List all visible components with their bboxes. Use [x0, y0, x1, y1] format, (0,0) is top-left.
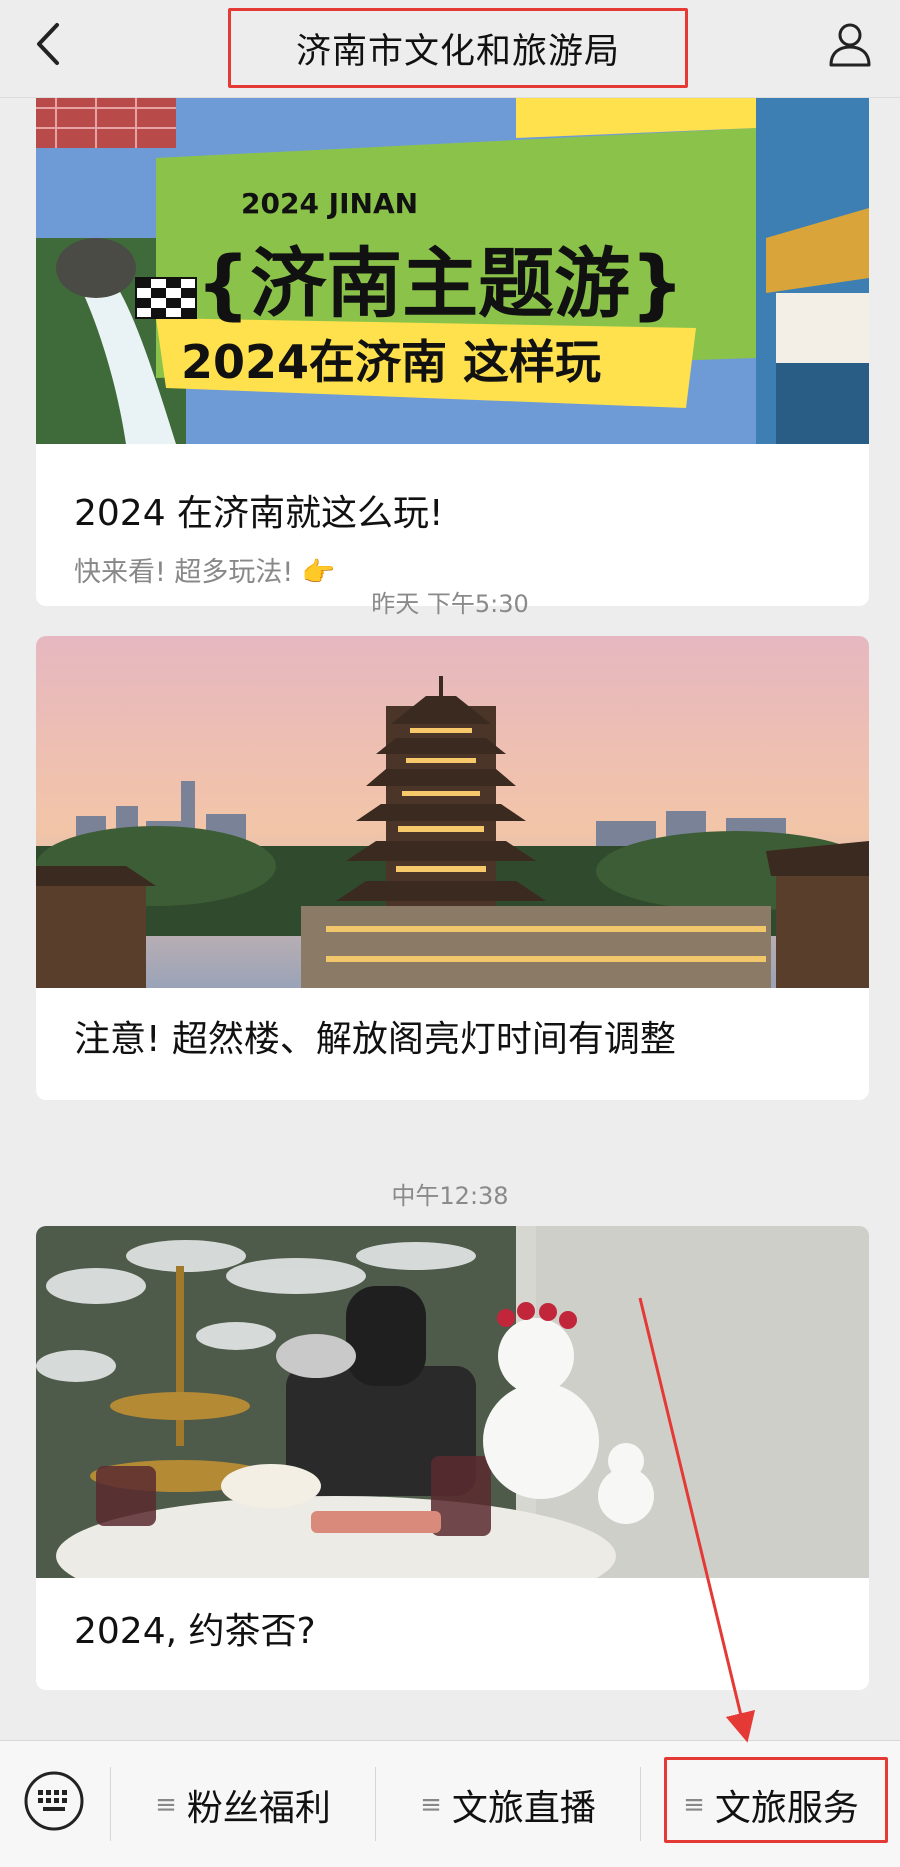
menu-item-tourism-services[interactable]: ≡ 文旅服务 [642, 1741, 900, 1867]
message-timestamp: 昨天 下午5:30 [371, 590, 529, 618]
article-feed: 2024 JINAN {济南主题游} 2024在济南 这样玩 2024 在济南就… [0, 98, 900, 1740]
article-card-2[interactable]: 注意! 超然楼、解放阁亮灯时间有调整 [36, 636, 869, 1100]
menu-lines-icon: ≡ [155, 1789, 177, 1820]
top-nav-bar: 济南市文化和旅游局 [0, 0, 900, 98]
user-icon [829, 23, 871, 67]
article-title: 2024, 约茶否? [74, 1611, 316, 1652]
menu-item-label: 粉丝福利 [186, 1787, 331, 1829]
menu-divider [110, 1767, 111, 1841]
bottom-menu-bar: ≡ 粉丝福利 ≡ 文旅直播 ≡ 文旅服务 [0, 1740, 900, 1867]
profile-button[interactable] [822, 16, 878, 72]
chevron-left-icon [37, 23, 59, 65]
article-card-3[interactable]: 2024, 约茶否? [36, 1226, 869, 1690]
banner-small-caption: 2024 JINAN [241, 187, 418, 220]
article-card-1[interactable]: 2024 JINAN {济南主题游} 2024在济南 这样玩 2024 在济南就… [36, 98, 869, 606]
menu-lines-icon: ≡ [683, 1789, 705, 1820]
menu-divider [640, 1767, 641, 1841]
banner-big-caption: {济南主题游} [196, 239, 684, 328]
menu-item-label: 文旅服务 [714, 1787, 859, 1829]
back-button[interactable] [20, 16, 76, 72]
keyboard-toggle-button[interactable] [22, 1769, 86, 1833]
article-cover-image [36, 636, 869, 988]
keyboard-icon [24, 1771, 84, 1831]
menu-lines-icon: ≡ [420, 1789, 442, 1820]
page-title: 济南市文化和旅游局 [295, 31, 620, 72]
menu-item-live-stream[interactable]: ≡ 文旅直播 [377, 1741, 639, 1867]
account-title-box: 济南市文化和旅游局 [228, 8, 688, 88]
menu-divider [375, 1767, 376, 1841]
article-title: 2024 在济南就这么玩! [74, 493, 444, 534]
article-banner-image: 2024 JINAN {济南主题游} 2024在济南 这样玩 [36, 98, 869, 444]
message-timestamp: 中午12:38 [391, 1182, 509, 1210]
menu-item-label: 文旅直播 [451, 1787, 596, 1829]
banner-sub-caption: 2024在济南 这样玩 [181, 335, 601, 389]
menu-item-fan-benefits[interactable]: ≡ 粉丝福利 [112, 1741, 374, 1867]
article-cover-image [36, 1226, 869, 1578]
article-title: 注意! 超然楼、解放阁亮灯时间有调整 [74, 1019, 676, 1060]
